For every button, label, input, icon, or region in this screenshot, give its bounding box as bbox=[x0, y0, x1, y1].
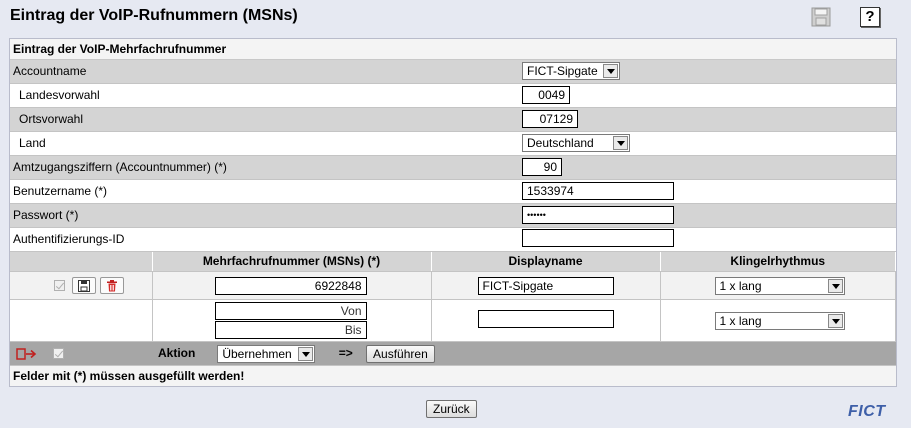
row-ortsvorwahl: Ortsvorwahl 07129 bbox=[10, 107, 896, 132]
brand-logo: FICT bbox=[848, 403, 886, 420]
chevron-down-icon bbox=[613, 136, 628, 150]
land-select[interactable]: Deutschland bbox=[522, 134, 630, 152]
chevron-down-icon bbox=[827, 278, 843, 293]
execute-button[interactable]: Ausführen bbox=[366, 344, 435, 363]
save-icon[interactable] bbox=[810, 6, 832, 28]
new-displayname-input[interactable] bbox=[477, 310, 614, 328]
label-accountname: Accountname bbox=[10, 59, 522, 84]
select-all-checkbox[interactable] bbox=[53, 348, 65, 360]
trash-icon bbox=[106, 280, 117, 292]
amtzugang-input[interactable]: 90 bbox=[522, 158, 562, 176]
help-icon[interactable]: ? bbox=[860, 7, 880, 27]
header-displayname: Displayname bbox=[431, 251, 661, 272]
msn-table: Mehrfachrufnummer (MSNs) (*) Displayname… bbox=[10, 251, 896, 386]
action-arrow: => bbox=[338, 345, 353, 360]
select-all-arrow-icon[interactable] bbox=[16, 347, 38, 361]
ortsvorwahl-input[interactable]: 07129 bbox=[522, 110, 578, 128]
row-accountname: Accountname FICT-Sipgate bbox=[10, 59, 896, 84]
accountname-select[interactable]: FICT-Sipgate bbox=[522, 62, 620, 80]
page-title: Eintrag der VoIP-Rufnummern (MSNs) bbox=[10, 7, 298, 24]
row-save-button[interactable] bbox=[72, 277, 97, 294]
header-klingelrhythmus: Klingelrhythmus bbox=[660, 251, 896, 272]
ring-select[interactable]: 1 x lang bbox=[714, 276, 845, 295]
table-row: 6922848 FICT-Sipgate 1 x lang bbox=[10, 271, 896, 300]
header-controls bbox=[10, 251, 153, 272]
landesvorwahl-input[interactable]: 0049 bbox=[522, 86, 570, 104]
row-landesvorwahl: Landesvorwahl 0049 bbox=[10, 83, 896, 108]
label-auth-id: Authentifizierungs-ID bbox=[10, 227, 522, 252]
header-msn: Mehrfachrufnummer (MSNs) (*) bbox=[152, 251, 432, 272]
msn-von-input[interactable]: Von bbox=[214, 302, 367, 320]
label-benutzername: Benutzername (*) bbox=[10, 179, 522, 204]
new-ring-select[interactable]: 1 x lang bbox=[714, 311, 845, 330]
msn-bis-input[interactable]: Bis bbox=[214, 321, 367, 339]
chevron-down-icon bbox=[298, 346, 314, 361]
new-ring-value: 1 x lang bbox=[719, 313, 762, 328]
new-row-controls bbox=[10, 299, 153, 342]
save-icon bbox=[78, 280, 91, 292]
back-button[interactable]: Zurück bbox=[426, 400, 477, 418]
action-bar: Aktion Übernehmen => Ausführen bbox=[10, 341, 896, 366]
row-passwort: Passwort (*) •••••• bbox=[10, 203, 896, 228]
row-checkbox[interactable] bbox=[53, 280, 65, 291]
settings-table: Eintrag der VoIP-Mehrfachrufnummer Accou… bbox=[10, 39, 896, 252]
chevron-down-icon bbox=[827, 313, 843, 328]
chevron-down-icon bbox=[603, 64, 618, 78]
row-land: Land Deutschland bbox=[10, 131, 896, 156]
action-select[interactable]: Übernehmen bbox=[217, 344, 316, 363]
label-passwort: Passwort (*) bbox=[10, 203, 522, 228]
displayname-input[interactable]: FICT-Sipgate bbox=[477, 276, 614, 295]
row-auth-id: Authentifizierungs-ID bbox=[10, 227, 896, 252]
row-delete-button[interactable] bbox=[99, 277, 124, 294]
row-benutzername: Benutzername (*) 1533974 bbox=[10, 179, 896, 204]
auth-id-input[interactable] bbox=[522, 228, 674, 247]
ring-value: 1 x lang bbox=[719, 278, 762, 293]
label-landesvorwahl: Landesvorwahl bbox=[10, 83, 522, 108]
benutzername-input[interactable]: 1533974 bbox=[522, 182, 674, 200]
row-controls bbox=[10, 271, 153, 300]
msn-table-header: Mehrfachrufnummer (MSNs) (*) Displayname… bbox=[10, 251, 896, 272]
passwort-input[interactable]: •••••• bbox=[522, 206, 674, 224]
label-ortsvorwahl: Ortsvorwahl bbox=[10, 107, 522, 132]
section-title: Eintrag der VoIP-Mehrfachrufnummer bbox=[10, 39, 896, 60]
label-amtzugang: Amtzugangsziffern (Accountnummer) (*) bbox=[10, 155, 522, 180]
accountname-value: FICT-Sipgate bbox=[527, 64, 598, 78]
msn-entry-panel: Eintrag der VoIP-Mehrfachrufnummer Accou… bbox=[9, 38, 897, 387]
msn-input[interactable]: 6922848 bbox=[214, 276, 367, 295]
row-amtzugang: Amtzugangsziffern (Accountnummer) (*) 90 bbox=[10, 155, 896, 180]
action-value: Übernehmen bbox=[222, 346, 292, 361]
action-label: Aktion bbox=[158, 345, 196, 360]
table-row-new: Von Bis 1 x lang bbox=[10, 299, 896, 342]
required-fields-note: Felder mit (*) müssen ausgefüllt werden! bbox=[10, 365, 896, 386]
label-land: Land bbox=[10, 131, 522, 156]
page-header: Eintrag der VoIP-Rufnummern (MSNs) ? bbox=[0, 0, 911, 36]
land-value: Deutschland bbox=[527, 136, 594, 150]
